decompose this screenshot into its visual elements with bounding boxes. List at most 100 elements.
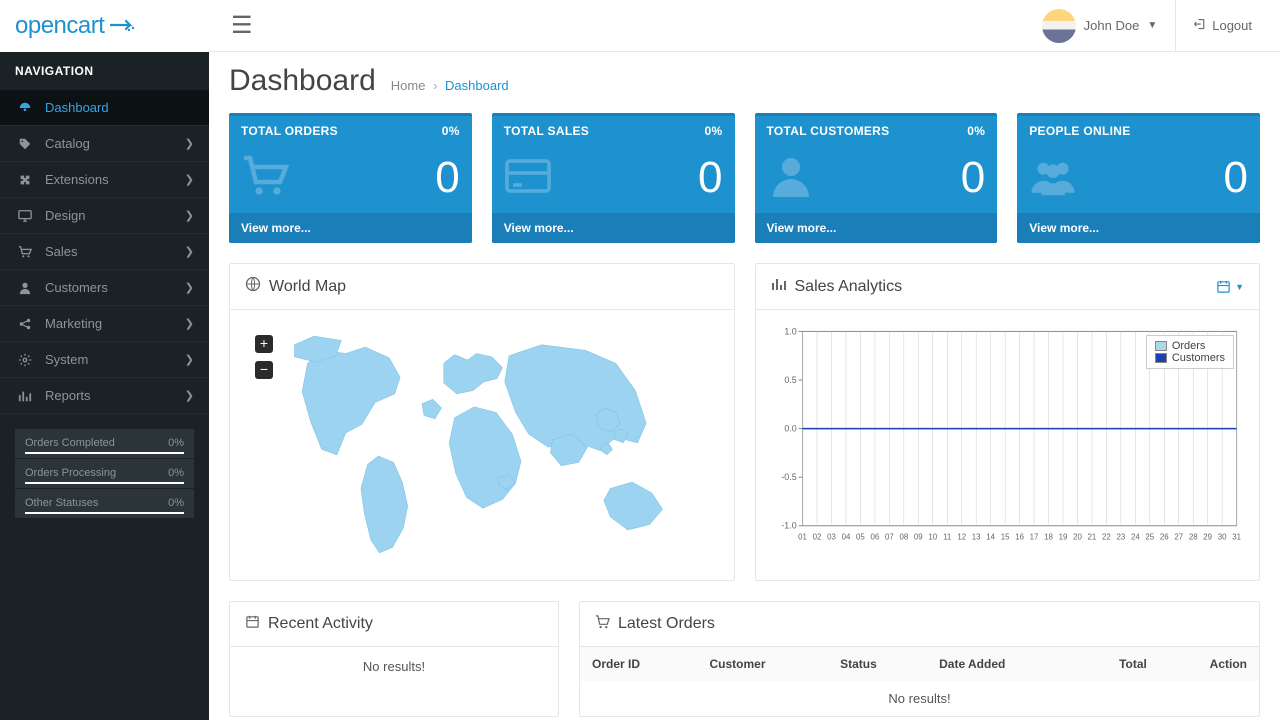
svg-text:-1.0: -1.0	[781, 521, 796, 531]
sidebar-item-dashboard[interactable]: Dashboard	[0, 90, 209, 126]
sales-analytics-body: 0102030405060708091011121314151617181920…	[756, 310, 1260, 560]
sidebar-item-system[interactable]: System ❯	[0, 342, 209, 378]
stat-bar	[25, 482, 184, 484]
svg-text:14: 14	[986, 533, 995, 542]
user-name: John Doe	[1084, 18, 1140, 33]
svg-text:19: 19	[1058, 533, 1067, 542]
breadcrumb-home[interactable]: Home	[391, 78, 426, 93]
legend-swatch-orders	[1155, 341, 1167, 351]
sales-analytics-header: Sales Analytics ▼	[756, 264, 1260, 310]
col-customer: Customer	[698, 647, 829, 681]
tile-more-link[interactable]: View more...	[492, 213, 735, 243]
svg-text:05: 05	[856, 533, 865, 542]
zoom-in-button[interactable]: +	[255, 335, 273, 353]
sidebar-item-customers[interactable]: Customers❯	[0, 270, 209, 306]
svg-text:07: 07	[884, 533, 893, 542]
tile-more-link[interactable]: View more...	[755, 213, 998, 243]
svg-text:30: 30	[1217, 533, 1226, 542]
col-date-added: Date Added	[927, 647, 1074, 681]
tile-value: 0	[961, 153, 985, 203]
sidebar-item-extensions[interactable]: Extensions❯	[0, 162, 209, 198]
main: ☰ John Doe ▼ Logout Dashboard	[209, 0, 1280, 720]
latest-orders-table: Order IDCustomerStatusDate AddedTotalAct…	[580, 647, 1259, 716]
tile-pct: 0%	[967, 124, 985, 138]
latest-orders-panel: Latest Orders Order IDCustomerStatusDate…	[579, 601, 1260, 717]
latest-orders-empty: No results!	[580, 681, 1259, 716]
svg-text:06: 06	[870, 533, 879, 542]
bar-chart-icon	[771, 276, 787, 297]
svg-text:16: 16	[1015, 533, 1024, 542]
recent-activity-empty: No results!	[230, 647, 558, 686]
share-icon	[15, 317, 35, 331]
recent-activity-panel: Recent Activity No results!	[229, 601, 559, 717]
tag-icon	[15, 137, 35, 151]
breadcrumb-current[interactable]: Dashboard	[445, 78, 509, 93]
sidebar-item-sales[interactable]: Sales❯	[0, 234, 209, 270]
table-header-row: Order IDCustomerStatusDate AddedTotalAct…	[580, 647, 1259, 681]
sidebar-item-reports[interactable]: Reports❯	[0, 378, 209, 414]
svg-text:26: 26	[1159, 533, 1168, 542]
svg-text:13: 13	[971, 533, 980, 542]
legend-swatch-customers	[1155, 353, 1167, 363]
tile-title: TOTAL SALES	[504, 124, 589, 138]
chevron-right-icon: ❯	[185, 209, 194, 222]
globe-icon	[245, 276, 261, 297]
stat-row: Orders Processing 0%	[15, 459, 194, 489]
stat-tile-total-customers: TOTAL CUSTOMERS 0% 0 View more...	[755, 113, 998, 243]
legend-label-customers: Customers	[1172, 352, 1225, 364]
tile-more-link[interactable]: View more...	[229, 213, 472, 243]
latest-orders-title: Latest Orders	[618, 615, 715, 633]
dashboard-icon	[15, 101, 35, 115]
menu-toggle-icon[interactable]: ☰	[219, 11, 265, 40]
table-row: No results!	[580, 681, 1259, 716]
chevron-right-icon: ❯	[185, 281, 194, 294]
puzzle-icon	[15, 173, 35, 187]
map-container[interactable]: + −	[245, 325, 719, 565]
chevron-right-icon: ❯	[185, 353, 194, 366]
sidebar-item-catalog[interactable]: Catalog❯	[0, 126, 209, 162]
recent-activity-title: Recent Activity	[268, 615, 373, 633]
caret-down-icon: ▼	[1147, 20, 1157, 31]
page-title: Dashboard	[229, 64, 376, 98]
tile-header: PEOPLE ONLINE	[1017, 116, 1260, 146]
stat-tile-people-online: PEOPLE ONLINE 0 View more...	[1017, 113, 1260, 243]
legend-item-customers: Customers	[1155, 352, 1225, 364]
sidebar-item-label: System	[45, 352, 88, 367]
legend-item-orders: Orders	[1155, 340, 1225, 352]
svg-text:21: 21	[1087, 533, 1096, 542]
tile-more-link[interactable]: View more...	[1017, 213, 1260, 243]
stat-label: Orders Processing	[25, 467, 116, 479]
sidebar-item-label: Marketing	[45, 316, 102, 331]
cart-icon	[595, 614, 610, 634]
tile-title: TOTAL CUSTOMERS	[767, 124, 890, 138]
logo-area: opencart	[0, 0, 209, 52]
calendar-icon	[1216, 279, 1231, 294]
stat-label: Other Statuses	[25, 497, 98, 509]
stat-pct: 0%	[168, 497, 184, 509]
stat-pct: 0%	[168, 467, 184, 479]
world-map	[245, 325, 719, 565]
topbar: ☰ John Doe ▼ Logout	[209, 0, 1280, 52]
col-status: Status	[828, 647, 927, 681]
sidebar-item-design[interactable]: Design❯	[0, 198, 209, 234]
svg-text:09: 09	[913, 533, 922, 542]
svg-text:-0.5: -0.5	[781, 472, 796, 482]
nav-list: DashboardCatalog❯Extensions❯Design❯Sales…	[0, 90, 209, 414]
world-map-panel: World Map + −	[229, 263, 735, 581]
tile-pct: 0%	[442, 124, 460, 138]
logout-button[interactable]: Logout	[1176, 0, 1270, 52]
user-menu[interactable]: John Doe ▼	[1024, 0, 1177, 52]
calendar-filter[interactable]: ▼	[1216, 279, 1244, 294]
page-header: Dashboard Home › Dashboard	[229, 64, 1260, 98]
chart-icon	[15, 389, 35, 403]
brand-logo[interactable]: opencart	[15, 12, 136, 40]
stat-tile-total-orders: TOTAL ORDERS0% 0 View more...	[229, 113, 472, 243]
zoom-out-button[interactable]: −	[255, 361, 273, 379]
svg-text:31: 31	[1232, 533, 1241, 542]
sales-analytics-panel: Sales Analytics ▼ 0102030405060708091011…	[755, 263, 1261, 581]
users-icon	[1029, 152, 1077, 203]
tile-body: 0	[229, 146, 472, 213]
svg-text:04: 04	[841, 533, 850, 542]
svg-text:02: 02	[812, 533, 821, 542]
sidebar-item-marketing[interactable]: Marketing❯	[0, 306, 209, 342]
